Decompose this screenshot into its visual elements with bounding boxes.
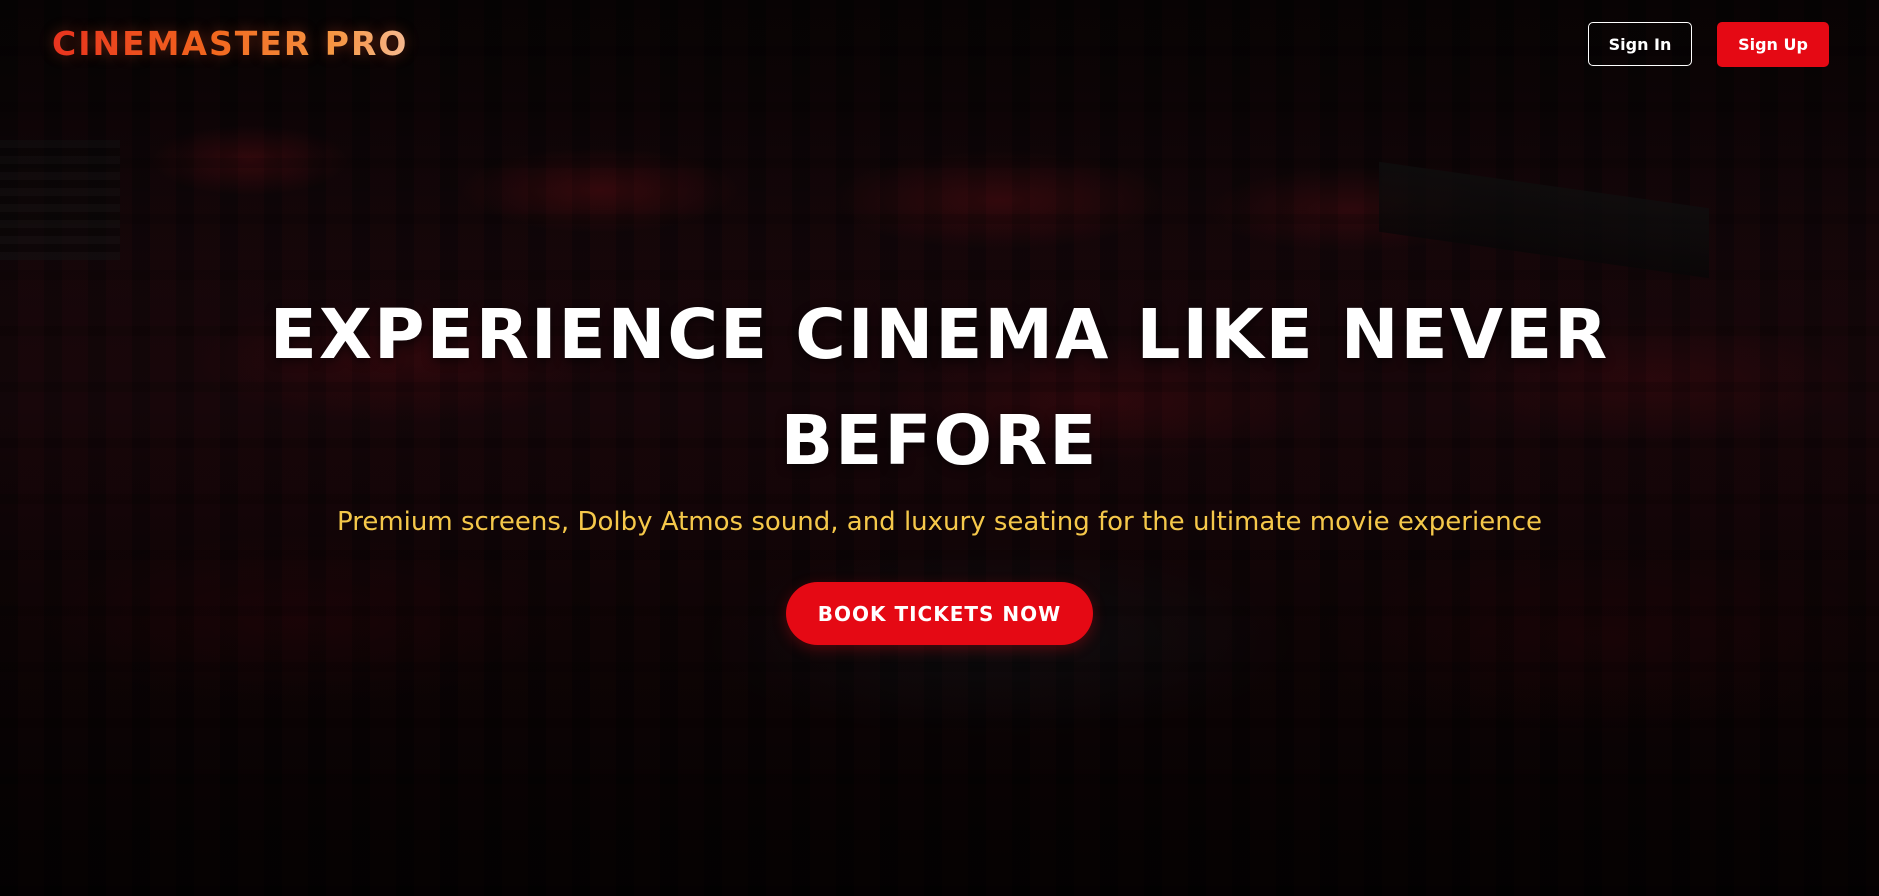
hero-subtitle: Premium screens, Dolby Atmos sound, and … bbox=[336, 507, 1542, 537]
landing-page: CINEMASTER PRO Sign In Sign Up EXPERIENC… bbox=[0, 0, 1879, 896]
hero-title: EXPERIENCE CINEMA LIKE NEVER BEFORE bbox=[269, 295, 1610, 481]
sign-in-button[interactable]: Sign In bbox=[1588, 22, 1692, 66]
brand-logo[interactable]: CINEMASTER PRO bbox=[52, 24, 408, 63]
site-header: CINEMASTER PRO Sign In Sign Up bbox=[0, 0, 1879, 92]
hero-section: EXPERIENCE CINEMA LIKE NEVER BEFORE Prem… bbox=[0, 282, 1879, 645]
book-tickets-button[interactable]: BOOK TICKETS NOW bbox=[786, 582, 1093, 645]
sign-up-button[interactable]: Sign Up bbox=[1717, 22, 1829, 67]
stairs-decoration bbox=[0, 140, 120, 260]
balcony-decoration bbox=[1379, 161, 1709, 279]
